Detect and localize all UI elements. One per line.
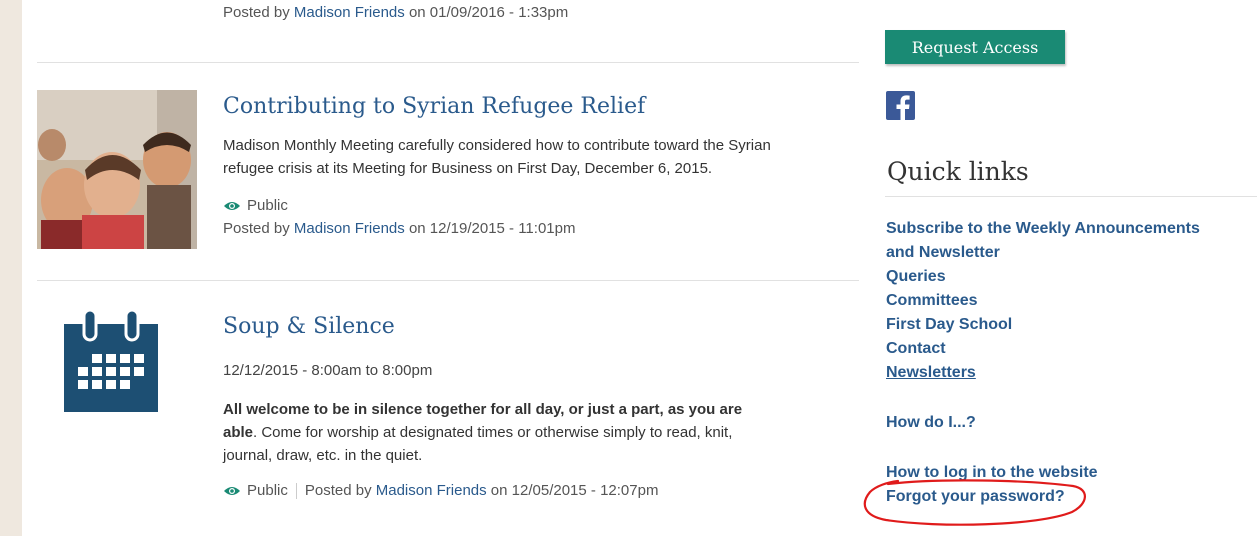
quick-links-title: Quick links: [887, 157, 1029, 186]
event-meta: Public Posted by Madison Friends on 12/0…: [223, 482, 658, 499]
annotation-circle: [863, 479, 1086, 526]
eye-icon: [224, 201, 240, 210]
event-title[interactable]: Soup & Silence: [223, 314, 395, 339]
left-border-strip: [0, 0, 22, 536]
author-link[interactable]: Madison Friends: [376, 482, 487, 499]
refugee-children-image: [37, 90, 197, 249]
quick-link-contact[interactable]: Contact: [886, 337, 946, 361]
quick-link-queries[interactable]: Queries: [886, 265, 946, 289]
article-summary: Madison Monthly Meeting carefully consid…: [223, 137, 771, 177]
how-do-i-link[interactable]: How do I...?: [886, 411, 976, 435]
author-link[interactable]: Madison Friends: [294, 220, 405, 237]
divider: [37, 62, 859, 63]
eye-icon: [224, 486, 240, 495]
quick-link-newsletters[interactable]: Newsletters: [886, 361, 976, 385]
article-title-link[interactable]: Contributing to Syrian Refugee Relief: [223, 94, 645, 119]
event-title-link[interactable]: Soup & Silence: [223, 314, 395, 339]
event-description: All welcome to be in silence together fo…: [223, 401, 743, 464]
article-thumbnail[interactable]: [37, 90, 197, 249]
facebook-icon[interactable]: [886, 91, 915, 120]
post-meta: Posted by Madison Friends on 12/19/2015 …: [223, 220, 576, 237]
post-meta-top: Posted by Madison Friends on 01/09/2016 …: [223, 4, 569, 21]
quick-link-committees[interactable]: Committees: [886, 289, 978, 313]
article-title[interactable]: Contributing to Syrian Refugee Relief: [223, 94, 645, 119]
request-access-button[interactable]: Request Access: [885, 30, 1065, 64]
post-meta: Posted by Madison Friends on 12/05/2015 …: [304, 482, 659, 499]
quick-link-first-day-school[interactable]: First Day School: [886, 313, 1012, 337]
calendar-icon: [64, 308, 158, 417]
quick-links-divider: [885, 196, 1257, 197]
divider: [37, 280, 859, 281]
event-date: 12/12/2015 - 8:00am to 8:00pm: [223, 362, 433, 379]
author-link[interactable]: Madison Friends: [294, 4, 405, 21]
quick-link-subscribe[interactable]: Subscribe to the Weekly Announcements an…: [886, 217, 1200, 265]
meta-separator: [295, 482, 297, 499]
visibility-badge: Public: [223, 197, 288, 214]
